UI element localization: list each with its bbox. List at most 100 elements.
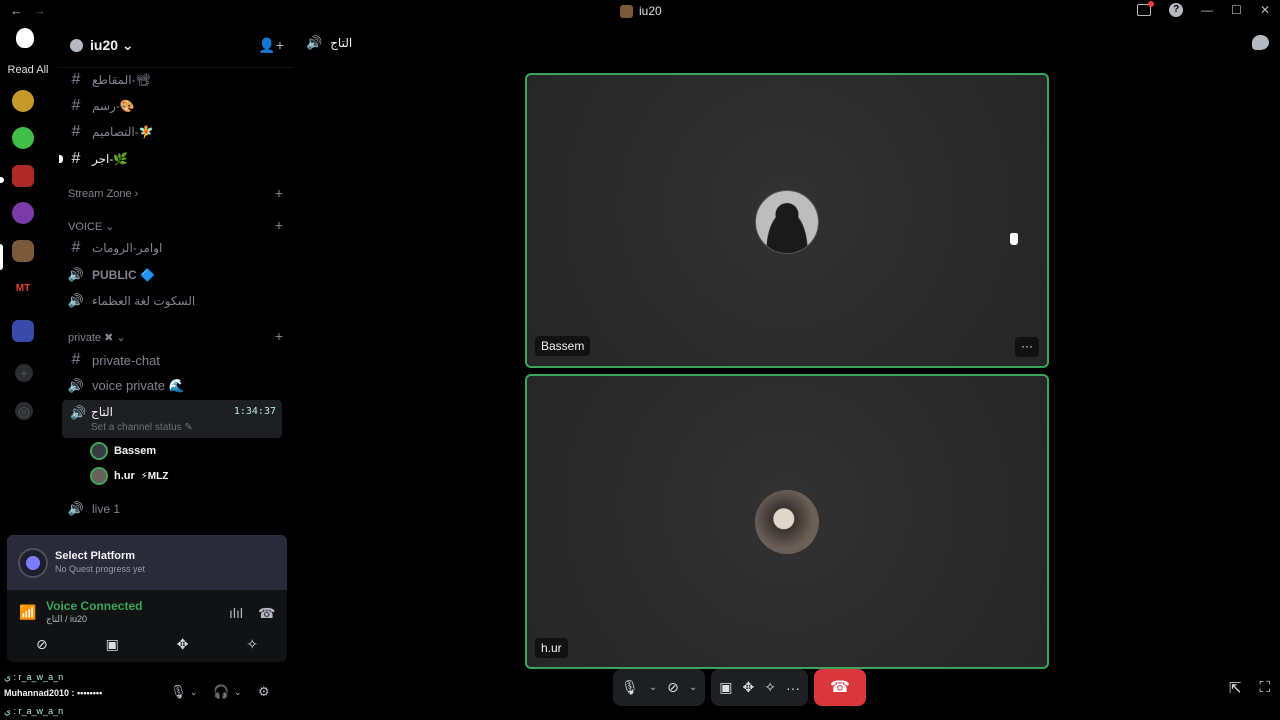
overlay-line: ي : r_a_w_a_n [4,672,64,682]
channel-item[interactable]: # رسم-🎨 [62,94,282,118]
category-voice[interactable]: VOICE ⌄ + [68,218,283,233]
call-controls: 🎙 ⌄ ⊘ ⌄ ▣ ✥ ✧ ··· ☎ [613,669,866,706]
back-arrow-icon[interactable]: ← [10,3,23,18]
chevron-down-icon[interactable]: ⌄ [234,687,242,698]
channel-status-link[interactable]: Set a channel status ✎ [91,422,193,433]
add-channel-icon[interactable]: + [275,218,283,233]
chevron-down-icon[interactable]: ⌄ [649,682,657,693]
signal-icon[interactable]: 📶 [19,604,36,621]
hash-icon: # [71,71,81,88]
voice-member[interactable]: h.ur ⚡MLZ [90,465,168,487]
chat-icon[interactable] [1252,35,1269,50]
server-icon-4[interactable] [12,202,34,224]
hash-icon: # [71,123,81,140]
server-folder-icon[interactable] [12,320,34,342]
avatar [90,467,108,485]
more-options-icon[interactable]: ··· [1015,337,1039,357]
channel-item[interactable]: # التصاميم-🧚 [62,120,282,144]
camera-off-icon[interactable]: ⊘ [36,636,48,653]
category-private[interactable]: private ✖ ⌄ + [68,329,283,344]
inbox-icon[interactable] [1137,1,1155,16]
more-options-icon[interactable]: ··· [786,680,800,696]
invite-people-icon[interactable]: 👤+ [258,37,284,54]
forward-arrow-icon[interactable]: → [33,3,46,18]
voice-channel-item[interactable]: 🔊 voice private 🌊 [62,374,282,398]
add-channel-icon[interactable]: + [275,186,283,200]
speaker-lock-icon: 🔊 [67,501,85,516]
voice-channel-item[interactable]: 🔊 PUBLIC 🔷 [62,263,282,287]
category-label: private ✖ ⌄ [68,332,126,344]
voice-channel-item[interactable]: 🔊 live 1 [62,497,282,521]
activities-icon[interactable]: ✥ [177,636,189,653]
stage-corner-controls: ⇱ ⛶ [1229,679,1270,697]
server-icon-3[interactable] [12,165,34,187]
app-logo-icon[interactable] [16,28,34,48]
participant-tile[interactable]: h.ur [525,374,1049,669]
channel-item[interactable]: # اوامر-الرومات [62,236,282,260]
minimize-icon[interactable]: — [1201,3,1213,17]
chevron-down-icon[interactable]: ⌄ [190,687,198,698]
channel-item[interactable]: # private-chat [62,348,282,372]
server-icon-5[interactable] [12,240,34,262]
pop-out-icon[interactable]: ⇱ [1229,679,1242,697]
voice-location[interactable]: التاج / iu20 [46,614,87,625]
activities-icon[interactable]: ✥ [743,679,755,696]
category-label: Stream Zone › [68,188,139,200]
voice-status[interactable]: Voice Connected [46,599,142,613]
speaker-icon: 🔊 [67,293,85,308]
server-name[interactable]: iu20 ⌄ [90,37,134,54]
microphone-icon[interactable]: 🎙 [621,679,639,696]
screen-share-icon[interactable]: ▣ [719,679,732,696]
unread-dot [59,155,63,163]
quest-card[interactable]: Select Platform No Quest progress yet [7,535,287,590]
discover-icon[interactable]: ◎ [15,402,33,420]
quest-title: Select Platform [55,550,136,562]
channel-item-unread[interactable]: # اجر-🌿 [59,147,282,171]
server-header[interactable]: iu20 ⌄ 👤+ [57,22,294,68]
add-channel-icon[interactable]: + [275,329,283,344]
microphone-icon[interactable]: 🎙 [170,684,187,700]
voice-stage: 🔊 التاج Bassem ··· h.ur [294,22,1280,720]
active-voice-channel[interactable]: 🔊 التاج 1:34:37 Set a channel status ✎ [62,400,282,438]
settings-gear-icon[interactable]: ⚙ [258,684,270,700]
history-nav: ← → [10,3,46,18]
help-icon[interactable]: ? [1169,3,1184,17]
read-all-button[interactable]: Read All [0,64,56,76]
soundboard-icon[interactable]: ✧ [764,679,776,696]
channel-item[interactable]: # المقاطع-📽 [62,68,282,92]
headphones-icon[interactable]: 🎧 [213,684,229,700]
speaker-lock-icon: 🔊 [67,378,85,393]
channel-label: voice private 🌊 [92,378,185,393]
category-stream-zone[interactable]: Stream Zone › + [68,186,283,200]
voice-member[interactable]: Bassem [90,440,156,462]
server-icon-1[interactable] [12,90,34,112]
category-label: VOICE ⌄ [68,221,115,233]
selected-indicator [0,244,3,270]
channel-label: live 1 [92,502,121,516]
member-tag: ⚡MLZ [140,470,169,482]
fullscreen-icon[interactable]: ⛶ [1259,679,1270,697]
voice-connection-panel: 📶 Voice Connected التاج / iu20 ılıl ☎ ⊘ … [7,590,287,662]
voice-channel-item[interactable]: 🔊 السكوت لغة العظماء [62,289,282,313]
server-gear-icon [70,39,83,52]
server-icon-6[interactable]: MT [12,278,34,300]
chevron-down-icon[interactable]: ⌄ [689,682,697,693]
hang-up-button[interactable]: ☎ [814,669,866,706]
camera-off-icon[interactable]: ⊘ [667,679,679,696]
activity-group: ▣ ✥ ✧ ··· [711,669,808,706]
noise-suppression-icon[interactable]: ılıl [229,605,243,621]
channel-label: السكوت لغة العظماء [92,294,196,308]
server-icon-2[interactable] [12,127,34,149]
overlay-line: ي : r_a_w_a_n [4,706,64,716]
disconnect-icon[interactable]: ☎ [258,605,275,622]
screen-share-icon[interactable]: ▣ [106,636,119,653]
participant-name: Bassem [535,336,591,356]
maximize-icon[interactable]: ☐ [1231,3,1242,17]
user-panel: ي : r_a_w_a_n Muhannad2010 : •••••••• ي … [0,672,324,720]
quest-subtitle: No Quest progress yet [55,564,146,574]
close-icon[interactable]: ✕ [1260,3,1270,17]
soundboard-icon[interactable]: ✧ [246,636,258,653]
participant-tile[interactable]: Bassem ··· [525,73,1049,368]
hash-icon: # [71,150,81,167]
add-server-icon[interactable]: + [15,364,33,382]
